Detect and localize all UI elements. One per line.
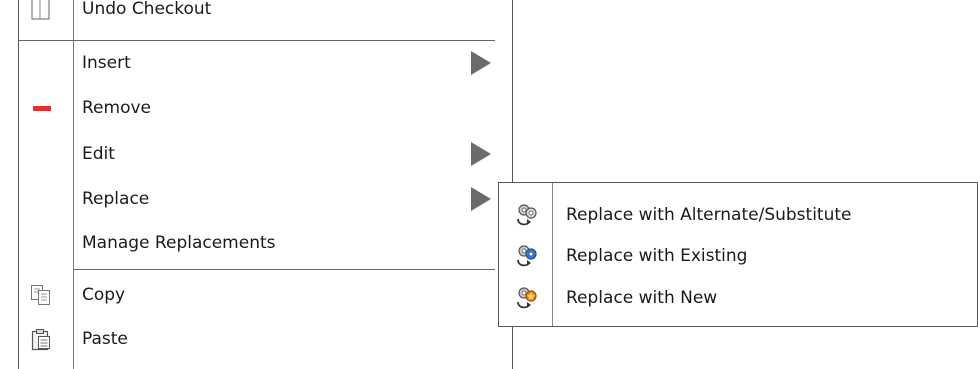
- remove-icon: [29, 96, 53, 120]
- copy-icon: [29, 283, 53, 307]
- submenu-item-replace-alternate[interactable]: Replace with Alternate/Substitute: [499, 195, 978, 235]
- menu-item-copy[interactable]: Copy: [19, 276, 512, 314]
- menu-item-label: Insert: [82, 53, 131, 73]
- submenu-arrow-icon: [471, 187, 491, 211]
- menu-item-label: Edit: [82, 144, 115, 164]
- context-menu: Undo Checkout Insert Remove Edit Replace…: [18, 0, 513, 369]
- replace-alternate-icon: [514, 202, 540, 228]
- menu-item-label: Undo Checkout: [82, 0, 212, 19]
- menu-item-undo-checkout[interactable]: Undo Checkout: [19, 0, 512, 28]
- menu-item-label: Replace: [82, 189, 150, 209]
- menu-item-label: Paste: [82, 329, 128, 349]
- menu-separator: [74, 269, 495, 270]
- replace-new-icon: [514, 285, 540, 311]
- menu-separator: [19, 40, 495, 41]
- undo-checkout-icon: [29, 0, 53, 21]
- submenu-item-replace-new[interactable]: Replace with New: [499, 278, 978, 318]
- submenu-item-replace-existing[interactable]: Replace with Existing: [499, 236, 978, 276]
- screen: Undo Checkout Insert Remove Edit Replace…: [0, 0, 978, 369]
- menu-item-insert[interactable]: Insert: [19, 44, 512, 82]
- replace-submenu: Replace with Alternate/Substitute Replac…: [498, 182, 978, 327]
- replace-existing-icon: [514, 243, 540, 269]
- submenu-arrow-icon: [471, 51, 491, 75]
- submenu-arrow-icon: [471, 142, 491, 166]
- submenu-item-label: Replace with New: [566, 288, 718, 308]
- paste-icon: [29, 327, 53, 351]
- menu-item-paste[interactable]: Paste: [19, 320, 512, 358]
- menu-item-label: Manage Replacements: [82, 233, 276, 253]
- submenu-item-label: Replace with Alternate/Substitute: [566, 205, 852, 225]
- menu-item-label: Remove: [82, 98, 151, 118]
- menu-item-remove[interactable]: Remove: [19, 89, 512, 127]
- menu-item-replace[interactable]: Replace: [19, 180, 512, 218]
- menu-item-manage-replacements[interactable]: Manage Replacements: [19, 224, 512, 262]
- menu-item-label: Copy: [82, 285, 126, 305]
- submenu-item-label: Replace with Existing: [566, 246, 748, 266]
- menu-item-edit[interactable]: Edit: [19, 135, 512, 173]
